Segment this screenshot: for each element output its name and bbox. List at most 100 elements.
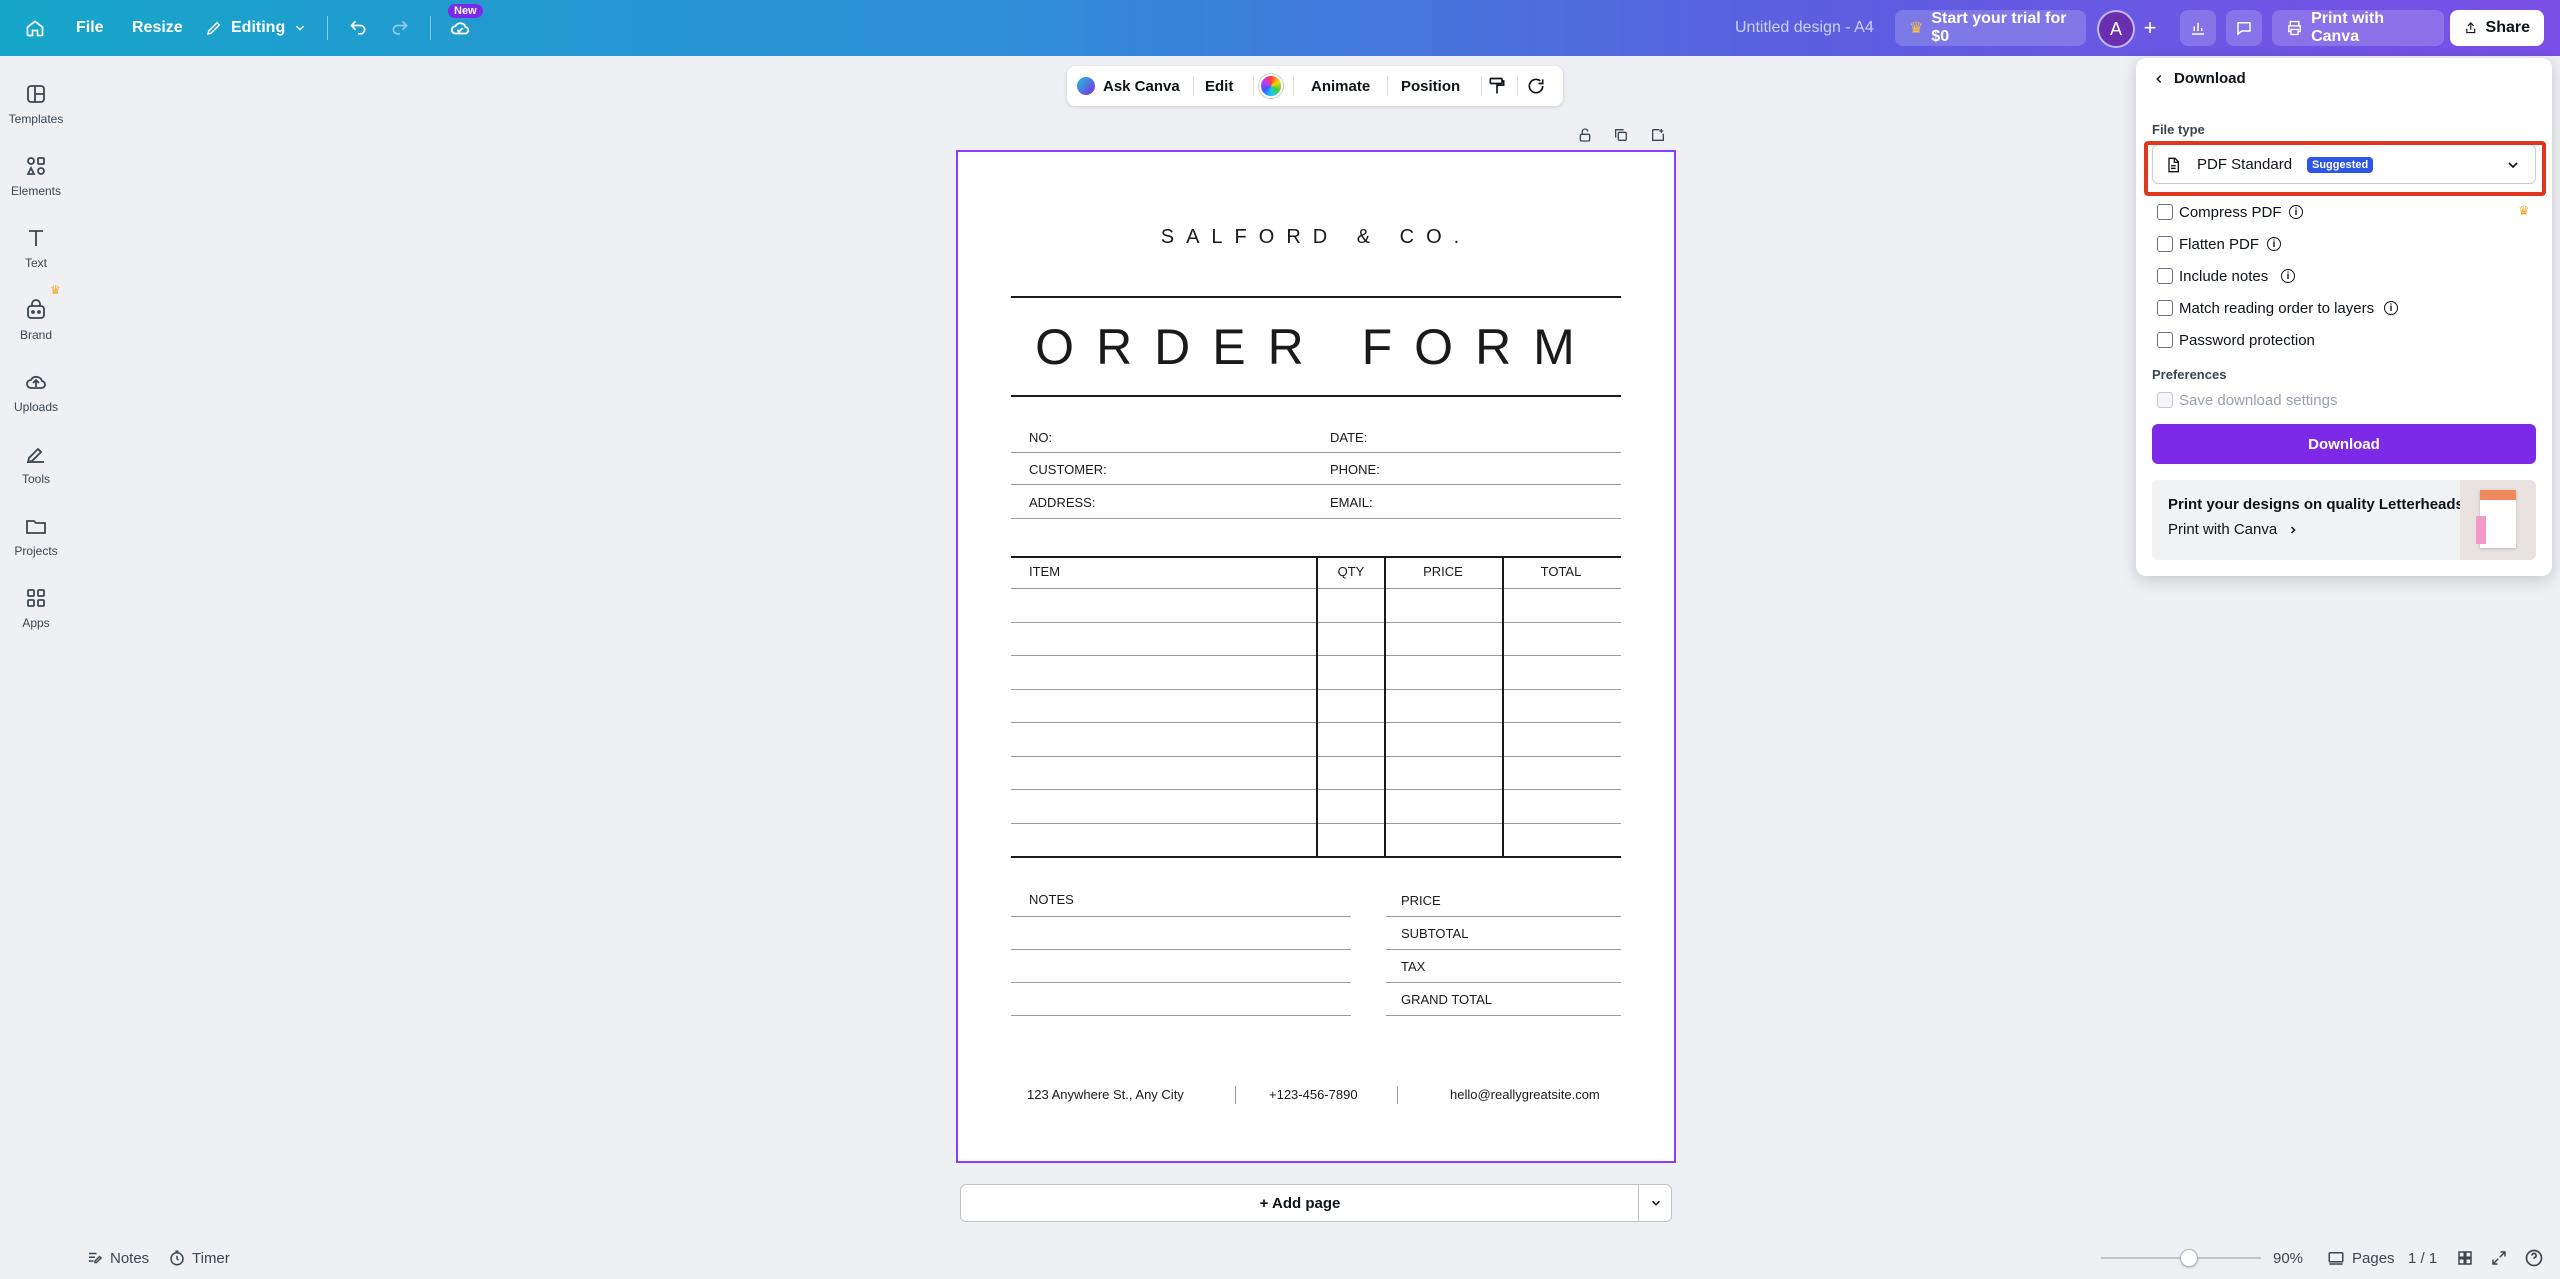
flatten-pdf-label: Flatten PDF xyxy=(2179,236,2260,253)
share-button[interactable]: Share xyxy=(2450,10,2544,46)
password-protection-checkbox[interactable] xyxy=(2157,332,2173,348)
sidebar-item-projects[interactable]: Projects xyxy=(0,504,72,568)
notes-icon xyxy=(89,1252,103,1264)
paint-format-icon[interactable] xyxy=(1487,66,1507,106)
duplicate-page-icon[interactable] xyxy=(1610,124,1632,146)
timer-label: Timer xyxy=(192,1249,230,1267)
pages-icon xyxy=(2328,1252,2344,1265)
highlight-box xyxy=(2144,141,2546,196)
uploads-icon xyxy=(26,375,46,389)
table-column-divider xyxy=(1502,556,1504,858)
fullscreen-icon[interactable] xyxy=(2490,1240,2508,1276)
print-with-canva-button[interactable]: Print with Canva xyxy=(2272,10,2444,46)
insights-icon[interactable] xyxy=(2180,10,2216,46)
file-menu[interactable]: File xyxy=(76,0,104,56)
share-icon xyxy=(2466,22,2476,34)
redo-icon[interactable] xyxy=(386,0,414,56)
design-title[interactable]: Untitled design - A4 xyxy=(1735,0,1874,56)
print-label: Print with Canva xyxy=(2311,10,2384,45)
notes-line xyxy=(1011,916,1351,917)
brand-icon xyxy=(27,299,45,319)
help-icon[interactable] xyxy=(2524,1240,2544,1276)
color-picker[interactable] xyxy=(1259,66,1283,106)
info-icon[interactable]: i xyxy=(2267,237,2281,251)
promo-title: Print your designs on quality Letterhead… xyxy=(2168,496,2464,513)
sidebar-label: Tools xyxy=(21,472,50,486)
sidebar-item-brand[interactable]: Brand xyxy=(0,288,72,352)
ask-canva-button[interactable]: Ask Canva xyxy=(1077,66,1180,106)
home-icon[interactable] xyxy=(20,0,50,56)
promo-link-label: Print with Canva xyxy=(2168,521,2278,538)
info-icon[interactable]: i xyxy=(2289,205,2303,219)
print-promo-card[interactable]: Print your designs on quality Letterhead… xyxy=(2152,480,2536,560)
divider xyxy=(1481,76,1482,96)
pages-label: Pages xyxy=(2352,1249,2395,1267)
design-page[interactable]: SALFORD & CO. ORDER FORM NO: DATE: CUSTO… xyxy=(956,150,1676,1163)
chevron-down-icon[interactable] xyxy=(1639,1185,1672,1221)
notes-line xyxy=(1011,982,1351,983)
start-trial-label: Start your trial for $0 xyxy=(1931,10,2067,45)
download-button[interactable]: Download xyxy=(2152,424,2536,464)
back-to-share-button[interactable]: Download xyxy=(2152,70,2246,87)
sidebar-label: Brand xyxy=(19,328,53,342)
grid-view-icon[interactable] xyxy=(2456,1240,2474,1276)
match-reading-order-checkbox[interactable] xyxy=(2157,300,2173,316)
resize-menu[interactable]: Resize xyxy=(132,0,183,56)
comment-icon[interactable] xyxy=(2226,10,2262,46)
notes-button[interactable]: Notes xyxy=(86,1240,149,1276)
tools-icon xyxy=(26,447,44,464)
add-page-bar: + Add page xyxy=(960,1184,1672,1222)
include-notes-label: Include notes xyxy=(2179,268,2269,285)
pages-button[interactable]: Pages xyxy=(2326,1240,2395,1276)
edit-button[interactable]: Edit xyxy=(1205,66,1233,106)
file-type-label: File type xyxy=(2152,122,2205,137)
undo-icon[interactable] xyxy=(344,0,372,56)
avatar[interactable]: A xyxy=(2099,12,2133,46)
include-notes-checkbox[interactable] xyxy=(2157,268,2173,284)
sidebar-item-uploads[interactable]: Uploads xyxy=(0,360,72,424)
save-download-settings-label: Save download settings xyxy=(2179,392,2338,409)
table-header-total: TOTAL xyxy=(1540,564,1582,579)
divider xyxy=(1011,296,1621,298)
add-page-button[interactable]: + Add page xyxy=(961,1185,1639,1221)
animate-button[interactable]: Animate xyxy=(1311,66,1370,106)
save-download-settings-checkbox[interactable] xyxy=(2157,392,2173,408)
flatten-pdf-checkbox[interactable] xyxy=(2157,236,2173,252)
info-icon[interactable]: i xyxy=(2384,301,2398,315)
crown-icon: ♛ xyxy=(50,283,61,297)
print-with-canva-link[interactable]: Print with Canva xyxy=(2168,521,2299,538)
sidebar-item-tools[interactable]: Tools xyxy=(0,432,72,496)
table-header-item: ITEM xyxy=(1029,564,1061,579)
zoom-slider-handle[interactable] xyxy=(2180,1249,2198,1267)
position-button[interactable]: Position xyxy=(1401,66,1460,106)
field-line xyxy=(1011,518,1621,519)
add-page-icon[interactable] xyxy=(1647,124,1669,146)
divider xyxy=(1011,395,1621,397)
download-panel: Download File type PDF Standard Suggeste… xyxy=(2136,58,2552,576)
timer-button[interactable]: Timer xyxy=(168,1240,230,1276)
sidebar-item-elements[interactable]: Elements xyxy=(0,144,72,208)
element-toolbar: Ask Canva Edit Animate Position xyxy=(1067,66,1563,106)
panel-title: Download xyxy=(2174,70,2246,87)
divider xyxy=(327,16,328,40)
field-email: EMAIL: xyxy=(1330,495,1373,510)
sidebar-label: Projects xyxy=(14,544,58,558)
table-column-divider xyxy=(1316,556,1318,858)
sidebar-item-templates[interactable]: Templates xyxy=(0,72,72,136)
lock-icon[interactable] xyxy=(1574,124,1596,146)
add-collaborator-icon[interactable]: + xyxy=(2140,0,2160,56)
zoom-level[interactable]: 90% xyxy=(2273,1240,2303,1276)
info-icon[interactable]: i xyxy=(2281,269,2295,283)
sync-comment-icon[interactable] xyxy=(1526,66,1546,106)
compress-pdf-checkbox[interactable] xyxy=(2157,204,2173,220)
editing-mode-menu[interactable]: Editing xyxy=(205,0,307,56)
divider xyxy=(430,16,431,40)
sidebar-item-apps[interactable]: Apps xyxy=(0,576,72,640)
sidebar-item-text[interactable]: Text xyxy=(0,216,72,280)
start-trial-button[interactable]: ♛ Start your trial for $0 xyxy=(1895,10,2086,46)
bottom-bar: Notes Timer 90% Pages 1 / 1 xyxy=(0,1240,2560,1279)
sidebar-label: Templates xyxy=(8,112,64,126)
summary-line xyxy=(1386,982,1621,983)
ask-canva-label: Ask Canva xyxy=(1103,77,1180,95)
top-bar: File Resize Editing New Untitled design … xyxy=(0,0,2560,56)
